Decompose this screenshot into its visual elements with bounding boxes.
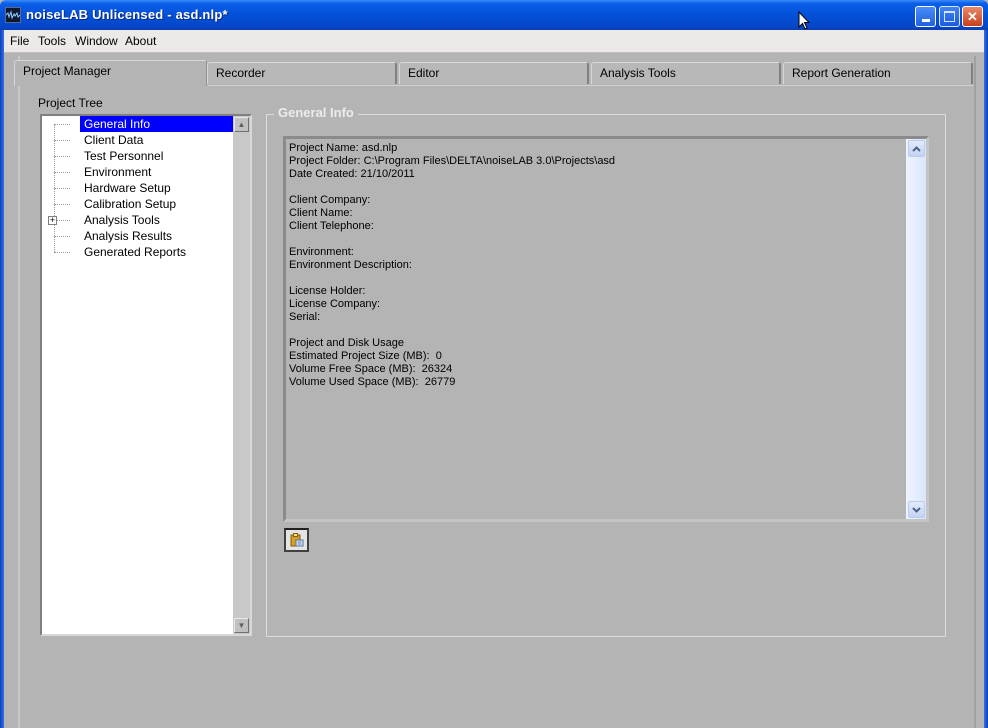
- tree-connector: [54, 204, 70, 206]
- tab-label: Report Generation: [792, 66, 891, 80]
- chevron-up-icon: [912, 145, 921, 152]
- arrow-up-icon: ▲: [237, 120, 246, 129]
- project-tree[interactable]: General Info Client Data Test Personnel …: [40, 114, 252, 636]
- tab-editor[interactable]: Editor: [399, 62, 589, 84]
- info-scrollbar[interactable]: [906, 139, 926, 519]
- window-title: noiseLAB Unlicensed - asd.nlp*: [26, 7, 228, 22]
- menu-bar: File Tools Window About: [4, 30, 984, 53]
- minimize-icon: [921, 18, 930, 22]
- tree-item-general-info[interactable]: General Info: [80, 116, 238, 132]
- tab-label: Project Manager: [23, 64, 112, 78]
- maximize-button[interactable]: [939, 6, 960, 27]
- tab-report-generation[interactable]: Report Generation: [783, 62, 973, 84]
- close-button[interactable]: ✕: [962, 6, 983, 27]
- noiselab-waveform-icon[interactable]: [5, 7, 21, 23]
- tab-label: Analysis Tools: [600, 66, 676, 80]
- tree-item-calibration-setup[interactable]: Calibration Setup: [80, 196, 180, 212]
- tree-item-environment[interactable]: Environment: [80, 164, 155, 180]
- minimize-button[interactable]: [915, 6, 936, 27]
- mouse-cursor-icon: [798, 11, 810, 30]
- copy-to-clipboard-button[interactable]: [284, 528, 309, 552]
- tree-scroll-down-button[interactable]: ▼: [234, 618, 249, 633]
- close-icon: ✕: [967, 8, 978, 24]
- menu-about[interactable]: About: [125, 34, 156, 48]
- main-content: Project Manager Recorder Editor Analysis…: [4, 53, 984, 728]
- chevron-down-icon: [912, 506, 921, 513]
- general-info-text: Project Name: asd.nlp Project Folder: C:…: [289, 142, 616, 388]
- tree-connector: [54, 188, 70, 190]
- expand-analysis-tools-button[interactable]: +: [48, 216, 57, 225]
- project-tree-label: Project Tree: [38, 96, 103, 110]
- tree-connector: [54, 140, 70, 142]
- clipboard-copy-icon: [290, 533, 303, 547]
- tab-project-manager[interactable]: Project Manager: [14, 60, 207, 86]
- title-bar[interactable]: noiseLAB Unlicensed - asd.nlp* ✕: [0, 0, 988, 30]
- window-frame-right: [984, 30, 988, 728]
- tree-connector: [54, 172, 70, 174]
- menu-file[interactable]: File: [10, 34, 29, 48]
- content-edge: [18, 56, 20, 728]
- menu-window[interactable]: Window: [75, 34, 118, 48]
- tree-item-client-data[interactable]: Client Data: [80, 132, 147, 148]
- tab-analysis-tools[interactable]: Analysis Tools: [591, 62, 781, 84]
- general-info-textbox[interactable]: Project Name: asd.nlp Project Folder: C:…: [283, 136, 929, 522]
- tree-item-analysis-results[interactable]: Analysis Results: [80, 228, 176, 244]
- tree-connector: [54, 236, 70, 238]
- tree-scrollbar[interactable]: ▲ ▼: [233, 116, 250, 634]
- tree-item-analysis-tools[interactable]: Analysis Tools: [80, 212, 164, 228]
- tree-connector: [54, 252, 70, 254]
- tab-label: Recorder: [216, 66, 266, 80]
- info-scroll-down-button[interactable]: [908, 501, 925, 518]
- maximize-icon: [944, 11, 955, 22]
- tree-item-hardware-setup[interactable]: Hardware Setup: [80, 180, 175, 196]
- tree-connector: [54, 124, 70, 126]
- tree-item-generated-reports[interactable]: Generated Reports: [80, 244, 190, 260]
- tree-connector: [54, 156, 70, 158]
- arrow-down-icon: ▼: [237, 621, 246, 630]
- tree-scroll-up-button[interactable]: ▲: [234, 117, 249, 132]
- tab-label: Editor: [408, 66, 440, 80]
- menu-tools[interactable]: Tools: [38, 34, 66, 48]
- info-scroll-up-button[interactable]: [908, 140, 925, 157]
- general-info-title: General Info: [274, 105, 358, 120]
- content-edge-right: [974, 56, 976, 728]
- tab-recorder[interactable]: Recorder: [207, 62, 397, 84]
- tree-item-test-personnel[interactable]: Test Personnel: [80, 148, 167, 164]
